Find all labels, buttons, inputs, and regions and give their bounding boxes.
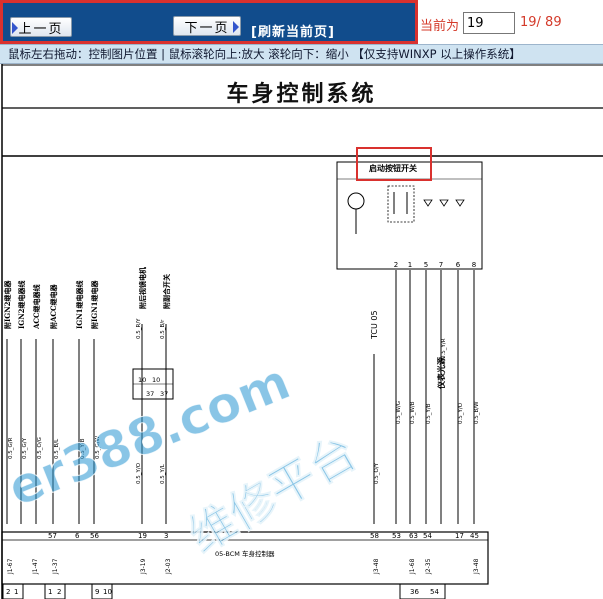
usage-hint-bar: 鼠标左右拖动：控制图片位置 | 鼠标滚轮向上:放大 滚轮向下：缩小 【仅支持WI… [0,44,603,64]
nav-panel: 上一页 下一页 [刷新当前页] [0,0,418,44]
svg-text:J1-37: J1-37 [52,558,59,575]
svg-text:3: 3 [164,532,168,540]
svg-text:53: 53 [392,532,401,540]
svg-text:1: 1 [48,588,52,596]
svg-text:1: 1 [14,588,18,596]
svg-text:J2-03: J2-03 [165,558,172,575]
svg-text:19: 19 [138,532,147,540]
arrow-right-icon [233,21,239,33]
page-number-input[interactable] [463,12,515,34]
svg-text:0.5_Y/L: 0.5_Y/L [160,463,166,484]
svg-text:0.5_Y/B: 0.5_Y/B [426,403,432,424]
svg-text:8: 8 [472,261,476,269]
svg-text:36: 36 [410,588,419,596]
svg-text:10: 10 [152,376,160,384]
svg-text:0.5_B/r: 0.5_B/r [160,319,166,339]
svg-text:0.5_G/R: 0.5_G/R [8,437,14,459]
svg-text:6: 6 [75,532,80,540]
svg-text:0.5_O/Y: 0.5_O/Y [374,462,380,484]
svg-text:J1-67: J1-67 [7,558,14,575]
svg-text:附IGN1继电器: 附IGN1继电器 [90,279,99,329]
diagram-title: 车身控制系统 [226,81,377,107]
svg-text:9: 9 [95,588,99,596]
switch-box-label: 启动按钮开关 [369,163,417,173]
svg-text:37: 37 [146,390,154,398]
svg-text:附ACC继电器: 附ACC继电器 [49,283,58,329]
next-page-button[interactable]: 下一页 [173,16,241,36]
prev-page-label: 上一页 [18,21,64,37]
svg-text:J3-19: J3-19 [140,558,147,575]
svg-text:10: 10 [138,376,146,384]
svg-text:0.5_W/G: 0.5_W/G [396,401,402,424]
svg-text:0.5_B/W: 0.5_B/W [474,401,480,424]
svg-text:5: 5 [424,261,428,269]
current-page-label: 当前为 [420,19,460,34]
svg-text:57: 57 [48,532,57,540]
svg-text:2: 2 [394,261,398,269]
svg-text:附IGN2继电器: 附IGN2继电器 [3,279,12,329]
svg-text:ACC继电器线: ACC继电器线 [32,284,41,330]
svg-text:0.5_Y/R: 0.5_Y/R [441,338,447,359]
svg-text:附副合开关: 附副合开关 [162,274,171,309]
toolbar: 上一页 下一页 [刷新当前页] 当前为 19/ 89 [0,0,603,44]
page-count: 19/ 89 [520,15,562,30]
svg-text:54: 54 [430,588,439,596]
svg-text:0.5_R/Y: 0.5_R/Y [136,318,142,339]
next-page-label: 下一页 [184,20,230,36]
svg-text:J1-68: J1-68 [409,558,416,575]
svg-text:2: 2 [57,588,61,596]
refresh-page-link[interactable]: [刷新当前页] [251,21,335,40]
tcu-label: TCU 05 [370,310,379,340]
arrow-right-icon [12,22,18,34]
svg-text:IGN2继电器线: IGN2继电器线 [17,280,26,329]
svg-text:J2-35: J2-35 [425,558,432,575]
svg-text:IGN1继电器线: IGN1继电器线 [75,280,84,329]
svg-text:0.5_Y/O: 0.5_Y/O [458,402,464,424]
svg-text:58: 58 [370,532,379,540]
svg-text:17: 17 [455,532,464,540]
svg-text:1: 1 [408,261,412,269]
svg-text:10: 10 [103,588,112,596]
svg-text:54: 54 [423,532,432,540]
svg-text:仪表光源: 仪表光源 [436,357,446,390]
svg-text:J3-48: J3-48 [373,558,380,575]
svg-text:56: 56 [90,532,99,540]
svg-text:0.5_W/B: 0.5_W/B [410,401,416,424]
svg-text:45: 45 [470,532,479,540]
svg-text:附后视镜电机: 附后视镜电机 [138,267,147,309]
svg-text:6: 6 [456,261,461,269]
svg-text:J3-48: J3-48 [473,558,480,575]
prev-page-button[interactable]: 上一页 [10,17,72,37]
svg-text:J1-47: J1-47 [32,558,39,575]
svg-text:2: 2 [6,588,10,596]
svg-text:63: 63 [409,532,418,540]
svg-text:7: 7 [439,261,443,269]
wiring-diagram: 启动按钮开关 2 1 5 7 6 8 TCU 05 仪表光源 附IGN2继电器 … [1,64,603,599]
diagram-viewer[interactable]: 启动按钮开关 2 1 5 7 6 8 TCU 05 仪表光源 附IGN2继电器 … [0,64,603,599]
